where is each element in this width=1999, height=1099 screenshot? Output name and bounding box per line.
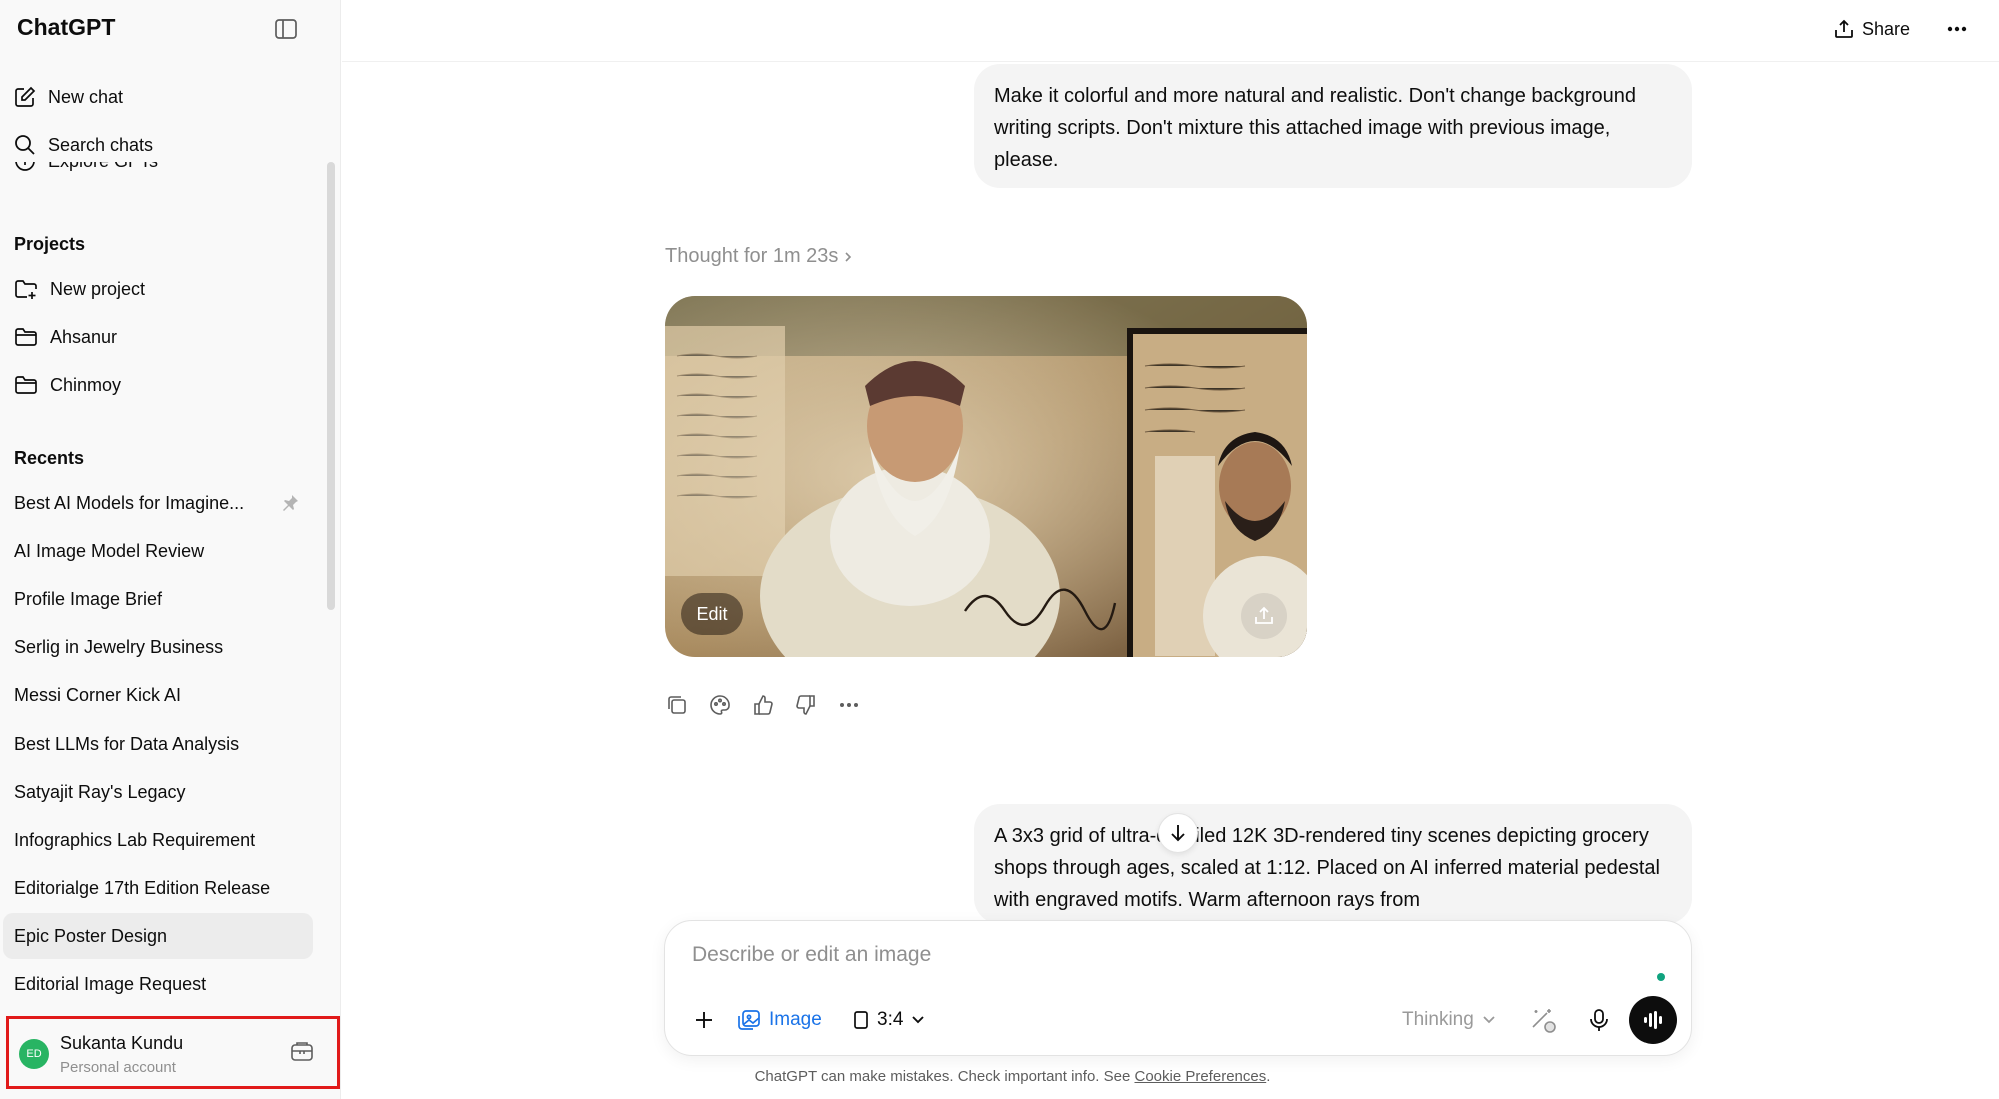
- prompt-input[interactable]: [692, 943, 1592, 967]
- recent-chat[interactable]: Infographics Lab Requirement: [3, 817, 313, 863]
- copy-icon[interactable]: [664, 692, 690, 718]
- image-tool-label: Image: [769, 1009, 822, 1030]
- edit-image-button[interactable]: Edit: [681, 593, 743, 635]
- chevron-down-icon: [912, 1016, 925, 1024]
- account-type: Personal account: [60, 1059, 176, 1076]
- recents-heading: Recents: [14, 448, 85, 468]
- recent-chat-label: Epic Poster Design: [14, 925, 168, 946]
- aspect-ratio-value: 3:4: [877, 1009, 904, 1030]
- recent-chat-label: Best LLMs for Data Analysis: [14, 733, 240, 754]
- recent-chat-label: Serlig in Jewelry Business: [14, 636, 224, 657]
- new-chat-button[interactable]: New chat: [14, 77, 123, 117]
- style-palette-icon[interactable]: [707, 692, 733, 718]
- thumbs-down-icon[interactable]: [793, 692, 819, 718]
- recent-chat-label: Satyajit Ray's Legacy: [14, 781, 186, 802]
- status-dot: [1657, 973, 1665, 981]
- avatar: ED: [19, 1039, 49, 1069]
- magic-tools-icon[interactable]: [1529, 1005, 1559, 1035]
- user-message: Make it colorful and more natural and re…: [974, 64, 1692, 188]
- chevron-down-icon: [1483, 1016, 1495, 1024]
- workspace-icon[interactable]: [291, 1041, 313, 1066]
- sidebar: ChatGPT New chat Search chats Explore GP…: [0, 0, 341, 1099]
- sidebar-toggle-icon[interactable]: [272, 15, 300, 43]
- waveform-icon: [1644, 1011, 1662, 1029]
- recent-chat-label: Messi Corner Kick AI: [14, 684, 182, 705]
- voice-mode-button[interactable]: [1629, 996, 1677, 1044]
- account-name: Sukanta Kundu: [60, 1033, 184, 1053]
- model-label: Thinking: [1402, 1009, 1474, 1030]
- recent-chat-label: Profile Image Brief: [14, 588, 163, 609]
- sidebar-scrollbar[interactable]: [327, 162, 335, 610]
- user-message: A 3x3 grid of ultra-detailed 12K 3D-rend…: [974, 804, 1692, 924]
- generated-image-graphic: [665, 296, 1307, 657]
- sidebar-item-explore-gpts[interactable]: Explore GPTs: [14, 162, 324, 184]
- sidebar-item-chinmoy[interactable]: Chinmoy: [14, 365, 121, 405]
- pin-icon[interactable]: [281, 494, 299, 517]
- recent-chat-label: Best AI Models for Imagine...: [14, 492, 245, 513]
- recent-chat-label: Editorial Image Request: [14, 973, 207, 994]
- top-bar: [342, 0, 1999, 62]
- generated-image[interactable]: Edit: [665, 296, 1307, 657]
- thumbs-up-icon[interactable]: [750, 692, 776, 718]
- sidebar-item-ahsanur[interactable]: Ahsanur: [14, 317, 117, 357]
- share-button[interactable]: Share: [1834, 14, 1910, 44]
- aspect-ratio-select[interactable]: 3:4: [853, 1003, 925, 1037]
- folder-icon: [15, 328, 37, 346]
- share-icon: [1835, 19, 1853, 38]
- recent-chat-active[interactable]: Epic Poster Design: [3, 913, 313, 959]
- recent-chat[interactable]: Best AI Models for Imagine...: [3, 480, 313, 526]
- share-label: Share: [1862, 18, 1911, 39]
- recent-chat[interactable]: Serlig in Jewelry Business: [3, 624, 313, 670]
- chevron-right-icon: [845, 251, 852, 262]
- new-chat-label: New chat: [48, 86, 124, 107]
- recent-chat[interactable]: Satyajit Ray's Legacy: [3, 769, 313, 815]
- recent-chat[interactable]: Profile Image Brief: [3, 576, 313, 622]
- search-icon: [15, 135, 35, 155]
- recent-chat[interactable]: Best LLMs for Data Analysis: [3, 721, 313, 767]
- model-select[interactable]: Thinking: [1402, 1005, 1496, 1035]
- recent-chat[interactable]: Messi Corner Kick AI: [3, 672, 313, 718]
- recent-chat-label: Infographics Lab Requirement: [14, 829, 256, 850]
- disclaimer-text: ChatGPT can make mistakes. Check importa…: [754, 1068, 1131, 1085]
- microphone-icon[interactable]: [1584, 1005, 1614, 1035]
- scroll-down-icon[interactable]: [1158, 813, 1198, 853]
- folder-icon: [15, 376, 37, 394]
- recent-chat[interactable]: Editorialge 17th Edition Release: [3, 865, 313, 911]
- projects-heading: Projects: [14, 234, 86, 254]
- more-options-icon[interactable]: [1942, 14, 1972, 44]
- recent-chat-label: Editorialge 17th Edition Release: [14, 877, 271, 898]
- thought-toggle[interactable]: Thought for 1m 23s: [665, 245, 852, 268]
- project-label: New project: [50, 278, 146, 299]
- project-label: Chinmoy: [50, 374, 122, 395]
- disclaimer-end: .: [1266, 1068, 1271, 1085]
- project-label: Ahsanur: [50, 326, 118, 347]
- composer: Image 3:4 Thinking: [664, 920, 1692, 1056]
- image-tool-icon: [738, 1010, 760, 1030]
- add-attachment-icon[interactable]: [689, 1005, 719, 1035]
- thought-label: Thought for 1m 23s: [665, 245, 839, 267]
- explore-icon: [15, 162, 35, 171]
- search-chats-button[interactable]: Search chats: [14, 125, 153, 165]
- recent-chat[interactable]: Editorial Image Request: [3, 961, 313, 1007]
- disclaimer: ChatGPT can make mistakes. Check importa…: [342, 1068, 1999, 1085]
- folder-plus-icon: [15, 280, 37, 299]
- explore-label: Explore GPTs: [48, 162, 158, 172]
- download-icon[interactable]: [1241, 593, 1287, 639]
- recent-chat[interactable]: AI Image Model Review: [3, 528, 313, 574]
- new-chat-icon: [15, 86, 36, 107]
- sidebar-item-new-project[interactable]: New project: [14, 269, 145, 309]
- recent-chat-label: AI Image Model Review: [14, 540, 205, 561]
- image-tool-button[interactable]: Image: [737, 1003, 822, 1037]
- search-chats-label: Search chats: [48, 134, 154, 155]
- aspect-ratio-icon: [854, 1011, 868, 1029]
- cookie-preferences-link[interactable]: Cookie Preferences: [1134, 1068, 1266, 1085]
- message-actions: [664, 692, 862, 718]
- more-actions-icon[interactable]: [836, 692, 862, 718]
- app-title: ChatGPT: [17, 14, 116, 40]
